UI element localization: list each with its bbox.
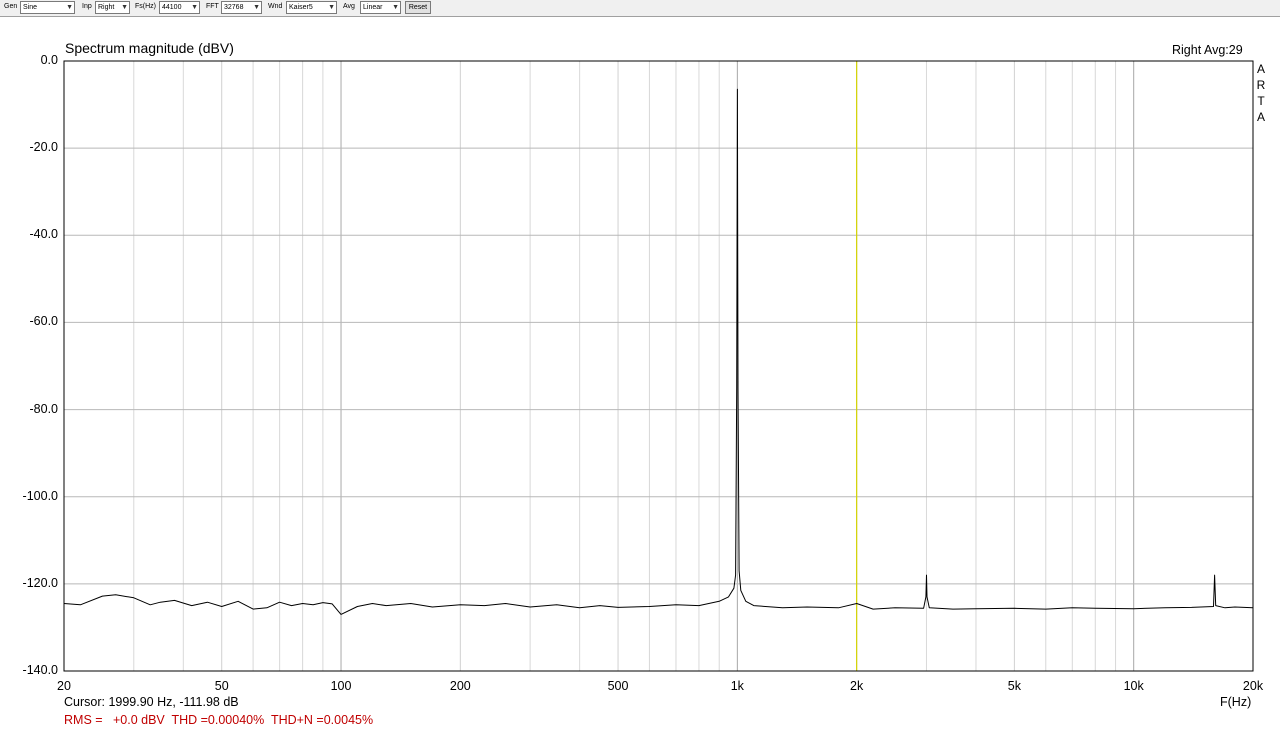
- series-layer: [63, 88, 1254, 615]
- chevron-down-icon: ▼: [66, 4, 73, 11]
- x-tick-label: 2k: [850, 679, 864, 693]
- y-tick-label: -40.0: [29, 227, 59, 242]
- y-tick-label: -20.0: [29, 140, 59, 155]
- avg-label: Avg: [343, 3, 355, 10]
- x-tick-label: 20k: [1242, 679, 1264, 693]
- averaging-select-value: Linear: [363, 4, 383, 11]
- cursor-readout: Cursor: 1999.90 Hz, -111.98 dB: [64, 695, 239, 709]
- chevron-down-icon: ▼: [328, 4, 335, 11]
- x-axis-title: F(Hz): [1220, 695, 1252, 709]
- logo-letter: A: [1256, 62, 1265, 76]
- x-tick-label: 5k: [1007, 679, 1021, 693]
- y-tick-label: -60.0: [29, 314, 59, 329]
- y-tick-label: 0.0: [40, 53, 58, 67]
- x-tick-label: 50: [214, 679, 229, 693]
- chart-grid: [64, 61, 1253, 671]
- logo-letter: A: [1256, 110, 1265, 124]
- sample-rate-select-value: 44100: [162, 4, 182, 11]
- x-tick-label: 20: [57, 679, 71, 693]
- averaging-select[interactable]: Linear ▼: [360, 1, 401, 14]
- input-select[interactable]: Right ▼: [95, 1, 130, 14]
- chevron-down-icon: ▼: [121, 4, 128, 11]
- arta-logo: A R T A: [1256, 61, 1266, 125]
- plot-frame: [63, 60, 1254, 672]
- y-tick-label: -140.0: [22, 663, 58, 677]
- sample-rate-select[interactable]: 44100 ▼: [159, 1, 200, 14]
- logo-letter: R: [1256, 78, 1266, 92]
- toolbar: Gen Sine ▼ Inp Right ▼ Fs(Hz) 44100 ▼ FF…: [0, 0, 1280, 17]
- fft-size-select[interactable]: 32768 ▼: [221, 1, 262, 14]
- x-tick-label: 1k: [730, 679, 744, 693]
- y-tick-label: -120.0: [22, 575, 58, 590]
- fft-size-select-value: 32768: [224, 4, 244, 11]
- window-select[interactable]: Kaiser5 ▼: [286, 1, 337, 14]
- chevron-down-icon: ▼: [191, 4, 198, 11]
- chart-title: Spectrum magnitude (dBV): [65, 40, 234, 56]
- gen-label: Gen: [4, 3, 18, 10]
- y-tick-label: -80.0: [29, 401, 59, 416]
- generator-select[interactable]: Sine ▼: [20, 1, 75, 14]
- window-select-value: Kaiser5: [289, 4, 313, 11]
- spectrum-series-line: [63, 88, 1254, 615]
- x-tick-label: 200: [449, 679, 471, 693]
- fft-label: FFT: [206, 3, 219, 10]
- chevron-down-icon: ▼: [392, 4, 399, 11]
- fs-label: Fs(Hz): [135, 3, 156, 10]
- y-tick-label: -100.0: [22, 488, 58, 503]
- input-select-value: Right: [98, 4, 115, 11]
- wnd-label: Wnd: [268, 3, 283, 10]
- inp-label: Inp: [82, 3, 92, 10]
- chevron-down-icon: ▼: [253, 4, 260, 11]
- generator-select-value: Sine: [23, 4, 38, 11]
- x-tick-label: 100: [330, 679, 352, 693]
- reset-button[interactable]: Reset: [405, 1, 431, 14]
- channel-status: Right Avg:29: [1172, 43, 1243, 57]
- x-tick-label: 10k: [1123, 679, 1144, 693]
- spectrum-chart[interactable]: [0, 17, 1280, 729]
- measurement-readout: RMS = +0.0 dBV THD =0.00040% THD+N =0.00…: [64, 713, 374, 727]
- logo-letter: T: [1257, 94, 1265, 108]
- x-tick-label: 500: [607, 679, 629, 693]
